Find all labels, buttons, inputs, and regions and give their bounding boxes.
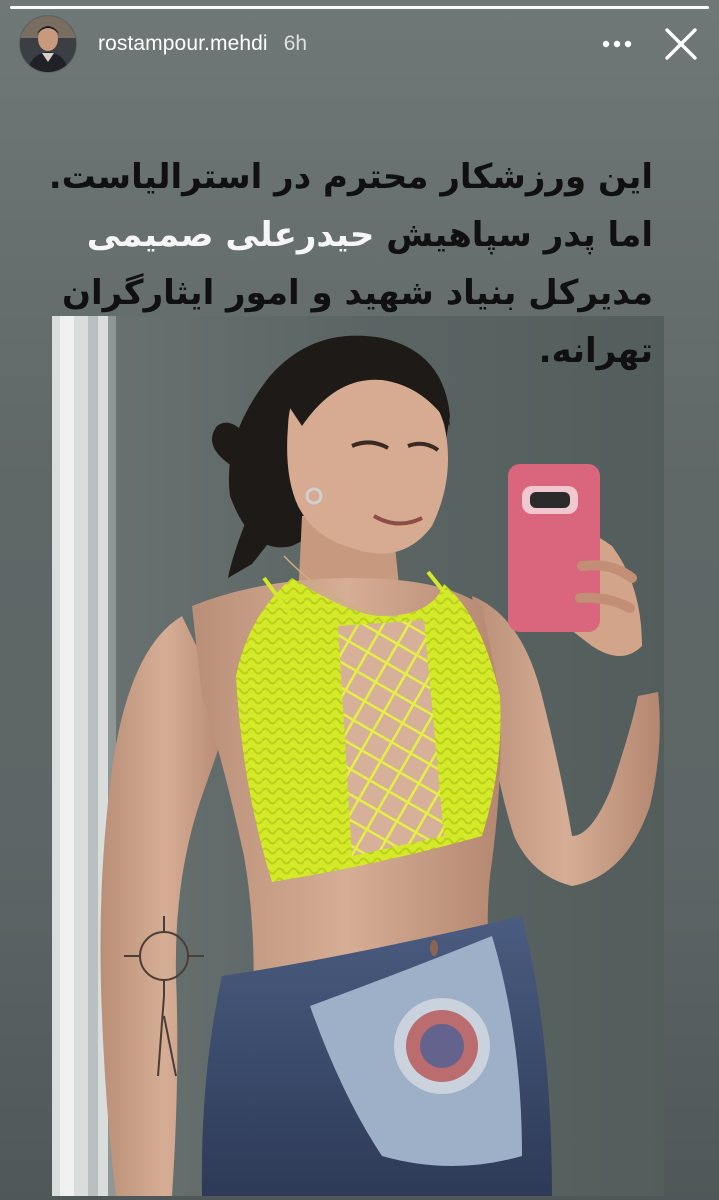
more-options-button[interactable] bbox=[595, 22, 639, 66]
story-progress-bar bbox=[10, 6, 709, 9]
close-button[interactable] bbox=[657, 20, 705, 68]
more-horizontal-icon bbox=[602, 40, 632, 48]
caption-line-2-text: اما پدر سپاهیش bbox=[374, 215, 653, 255]
story-photo bbox=[52, 316, 664, 1196]
caption-highlight-name: حیدرعلی صمیمی bbox=[86, 215, 375, 255]
story-caption: این ورزشکار محترم در استرالیاست. اما پدر… bbox=[48, 148, 653, 380]
caption-line-3: مدیرکل بنیاد شهید و امور ایثارگران bbox=[61, 273, 653, 313]
story-viewer: rostampour.mehdi 6h این ورزشکار محترم در… bbox=[0, 0, 719, 1200]
close-icon bbox=[665, 28, 697, 60]
story-header: rostampour.mehdi 6h bbox=[20, 16, 705, 72]
story-photo-image bbox=[52, 316, 664, 1196]
story-username[interactable]: rostampour.mehdi bbox=[98, 32, 268, 56]
story-progress-fill bbox=[10, 6, 709, 9]
story-time: 6h bbox=[283, 32, 308, 55]
caption-line-2: اما پدر سپاهیش حیدرعلی صمیمی bbox=[53, 206, 653, 264]
caption-line-1: این ورزشکار محترم در استرالیاست. bbox=[48, 157, 653, 197]
avatar[interactable] bbox=[20, 16, 76, 72]
caption-line-4: تهرانه. bbox=[538, 331, 653, 371]
